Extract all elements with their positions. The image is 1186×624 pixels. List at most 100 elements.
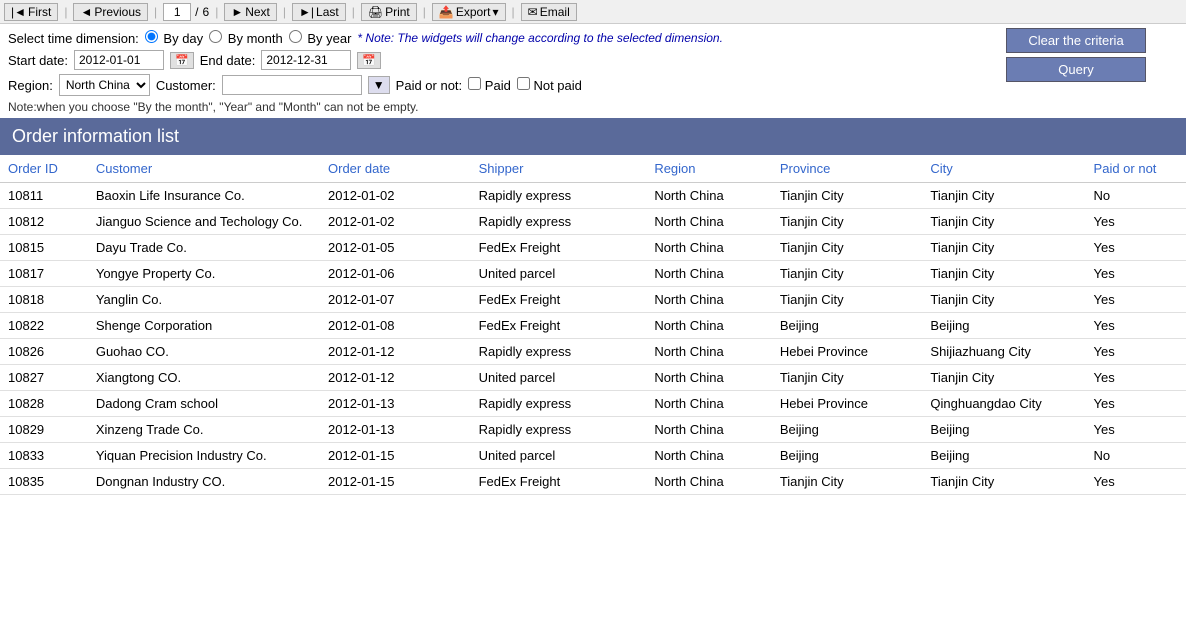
table-cell: 10822 bbox=[0, 313, 88, 339]
table-cell: North China bbox=[646, 339, 772, 365]
col-header-orderid: Order ID bbox=[0, 155, 88, 183]
table-cell: 10829 bbox=[0, 417, 88, 443]
table-cell: Tianjin City bbox=[772, 469, 923, 495]
table-row: 10817Yongye Property Co.2012-01-06United… bbox=[0, 261, 1186, 287]
table-cell: North China bbox=[646, 469, 772, 495]
by-month-radio[interactable] bbox=[209, 30, 222, 43]
table-cell: North China bbox=[646, 209, 772, 235]
email-button[interactable]: ✉ Email bbox=[521, 3, 577, 21]
table-cell: Yes bbox=[1086, 287, 1186, 313]
table-cell: Beijing bbox=[772, 443, 923, 469]
table-title: Order information list bbox=[0, 118, 1186, 155]
print-button[interactable]: 🖨 Print bbox=[361, 3, 417, 21]
table-cell: 2012-01-15 bbox=[320, 443, 471, 469]
table-cell: 10828 bbox=[0, 391, 88, 417]
start-date-input[interactable] bbox=[74, 50, 164, 70]
table-cell: Hebei Province bbox=[772, 391, 923, 417]
by-month-radio-label[interactable]: By month bbox=[209, 30, 283, 46]
next-button[interactable]: ► Next bbox=[224, 3, 277, 21]
by-day-radio-label[interactable]: By day bbox=[145, 30, 203, 46]
end-date-label: End date: bbox=[200, 53, 256, 68]
table-cell: United parcel bbox=[471, 365, 647, 391]
end-date-calendar-button[interactable]: 📅 bbox=[357, 52, 381, 69]
by-year-radio-label[interactable]: By year bbox=[289, 30, 352, 46]
table-cell: 2012-01-02 bbox=[320, 183, 471, 209]
page-number-input[interactable] bbox=[163, 3, 191, 21]
table-row: 10827Xiangtong CO.2012-01-12United parce… bbox=[0, 365, 1186, 391]
last-icon: ►| bbox=[299, 5, 314, 19]
table-cell: Tianjin City bbox=[922, 183, 1085, 209]
clear-criteria-button[interactable]: Clear the criteria bbox=[1006, 28, 1146, 53]
table-row: 10835Dongnan Industry CO.2012-01-15FedEx… bbox=[0, 469, 1186, 495]
col-header-paid: Paid or not bbox=[1086, 155, 1186, 183]
col-header-shipper: Shipper bbox=[471, 155, 647, 183]
prev-icon: ◄ bbox=[80, 5, 92, 19]
query-button[interactable]: Query bbox=[1006, 57, 1146, 82]
table-cell: FedEx Freight bbox=[471, 235, 647, 261]
table-cell: United parcel bbox=[471, 443, 647, 469]
first-button[interactable]: |◄ First bbox=[4, 3, 58, 21]
table-cell: Tianjin City bbox=[922, 287, 1085, 313]
table-cell: 2012-01-15 bbox=[320, 469, 471, 495]
start-date-calendar-button[interactable]: 📅 bbox=[170, 52, 194, 69]
table-cell: Rapidly express bbox=[471, 183, 647, 209]
table-cell: Dayu Trade Co. bbox=[88, 235, 320, 261]
by-year-radio[interactable] bbox=[289, 30, 302, 43]
table-cell: Rapidly express bbox=[471, 391, 647, 417]
customer-input[interactable] bbox=[222, 75, 362, 95]
table-row: 10815Dayu Trade Co.2012-01-05FedEx Freig… bbox=[0, 235, 1186, 261]
not-paid-checkbox[interactable] bbox=[517, 77, 530, 90]
table-cell: 2012-01-06 bbox=[320, 261, 471, 287]
export-icon: 📤 bbox=[439, 5, 454, 19]
table-cell: Beijing bbox=[922, 417, 1085, 443]
table-section: Order information list Order ID Customer… bbox=[0, 118, 1186, 495]
region-select[interactable]: North China bbox=[59, 74, 150, 96]
time-dimension-label: Select time dimension: bbox=[8, 31, 139, 46]
not-paid-checkbox-label[interactable]: Not paid bbox=[517, 77, 582, 93]
table-cell: Tianjin City bbox=[772, 261, 923, 287]
table-row: 10822Shenge Corporation2012-01-08FedEx F… bbox=[0, 313, 1186, 339]
email-icon: ✉ bbox=[528, 5, 538, 19]
export-button[interactable]: 📤 Export ▾ bbox=[432, 3, 506, 21]
col-header-region: Region bbox=[646, 155, 772, 183]
table-cell: Dadong Cram school bbox=[88, 391, 320, 417]
table-cell: No bbox=[1086, 443, 1186, 469]
table-cell: Hebei Province bbox=[772, 339, 923, 365]
table-cell: 10835 bbox=[0, 469, 88, 495]
previous-button[interactable]: ◄ Previous bbox=[73, 3, 148, 21]
paid-checkbox-label[interactable]: Paid bbox=[468, 77, 511, 93]
table-cell: Xinzeng Trade Co. bbox=[88, 417, 320, 443]
table-cell: 2012-01-13 bbox=[320, 417, 471, 443]
col-header-province: Province bbox=[772, 155, 923, 183]
table-cell: 2012-01-12 bbox=[320, 365, 471, 391]
table-cell: Yongye Property Co. bbox=[88, 261, 320, 287]
toolbar: |◄ First | ◄ Previous | / 6 | ► Next | ►… bbox=[0, 0, 1186, 24]
page-sep: / bbox=[195, 5, 198, 19]
order-table: Order ID Customer Order date Shipper Reg… bbox=[0, 155, 1186, 495]
table-cell: 10811 bbox=[0, 183, 88, 209]
table-cell: North China bbox=[646, 443, 772, 469]
next-icon: ► bbox=[231, 5, 243, 19]
table-cell: North China bbox=[646, 183, 772, 209]
last-button[interactable]: ►| Last bbox=[292, 3, 346, 21]
end-date-input[interactable] bbox=[261, 50, 351, 70]
table-cell: Yanglin Co. bbox=[88, 287, 320, 313]
by-day-radio[interactable] bbox=[145, 30, 158, 43]
table-cell: FedEx Freight bbox=[471, 313, 647, 339]
table-row: 10829Xinzeng Trade Co.2012-01-13Rapidly … bbox=[0, 417, 1186, 443]
table-row: 10826Guohao CO.2012-01-12Rapidly express… bbox=[0, 339, 1186, 365]
table-cell: 10833 bbox=[0, 443, 88, 469]
table-cell: Yes bbox=[1086, 313, 1186, 339]
table-cell: 2012-01-02 bbox=[320, 209, 471, 235]
table-cell: 10827 bbox=[0, 365, 88, 391]
table-cell: Tianjin City bbox=[772, 183, 923, 209]
col-header-orderdate: Order date bbox=[320, 155, 471, 183]
paid-checkbox[interactable] bbox=[468, 77, 481, 90]
table-cell: Guohao CO. bbox=[88, 339, 320, 365]
table-cell: Beijing bbox=[922, 313, 1085, 339]
table-cell: Tianjin City bbox=[922, 235, 1085, 261]
table-cell: North China bbox=[646, 365, 772, 391]
table-cell: 10818 bbox=[0, 287, 88, 313]
customer-dropdown-button[interactable]: ▼ bbox=[368, 76, 390, 94]
table-cell: Baoxin Life Insurance Co. bbox=[88, 183, 320, 209]
